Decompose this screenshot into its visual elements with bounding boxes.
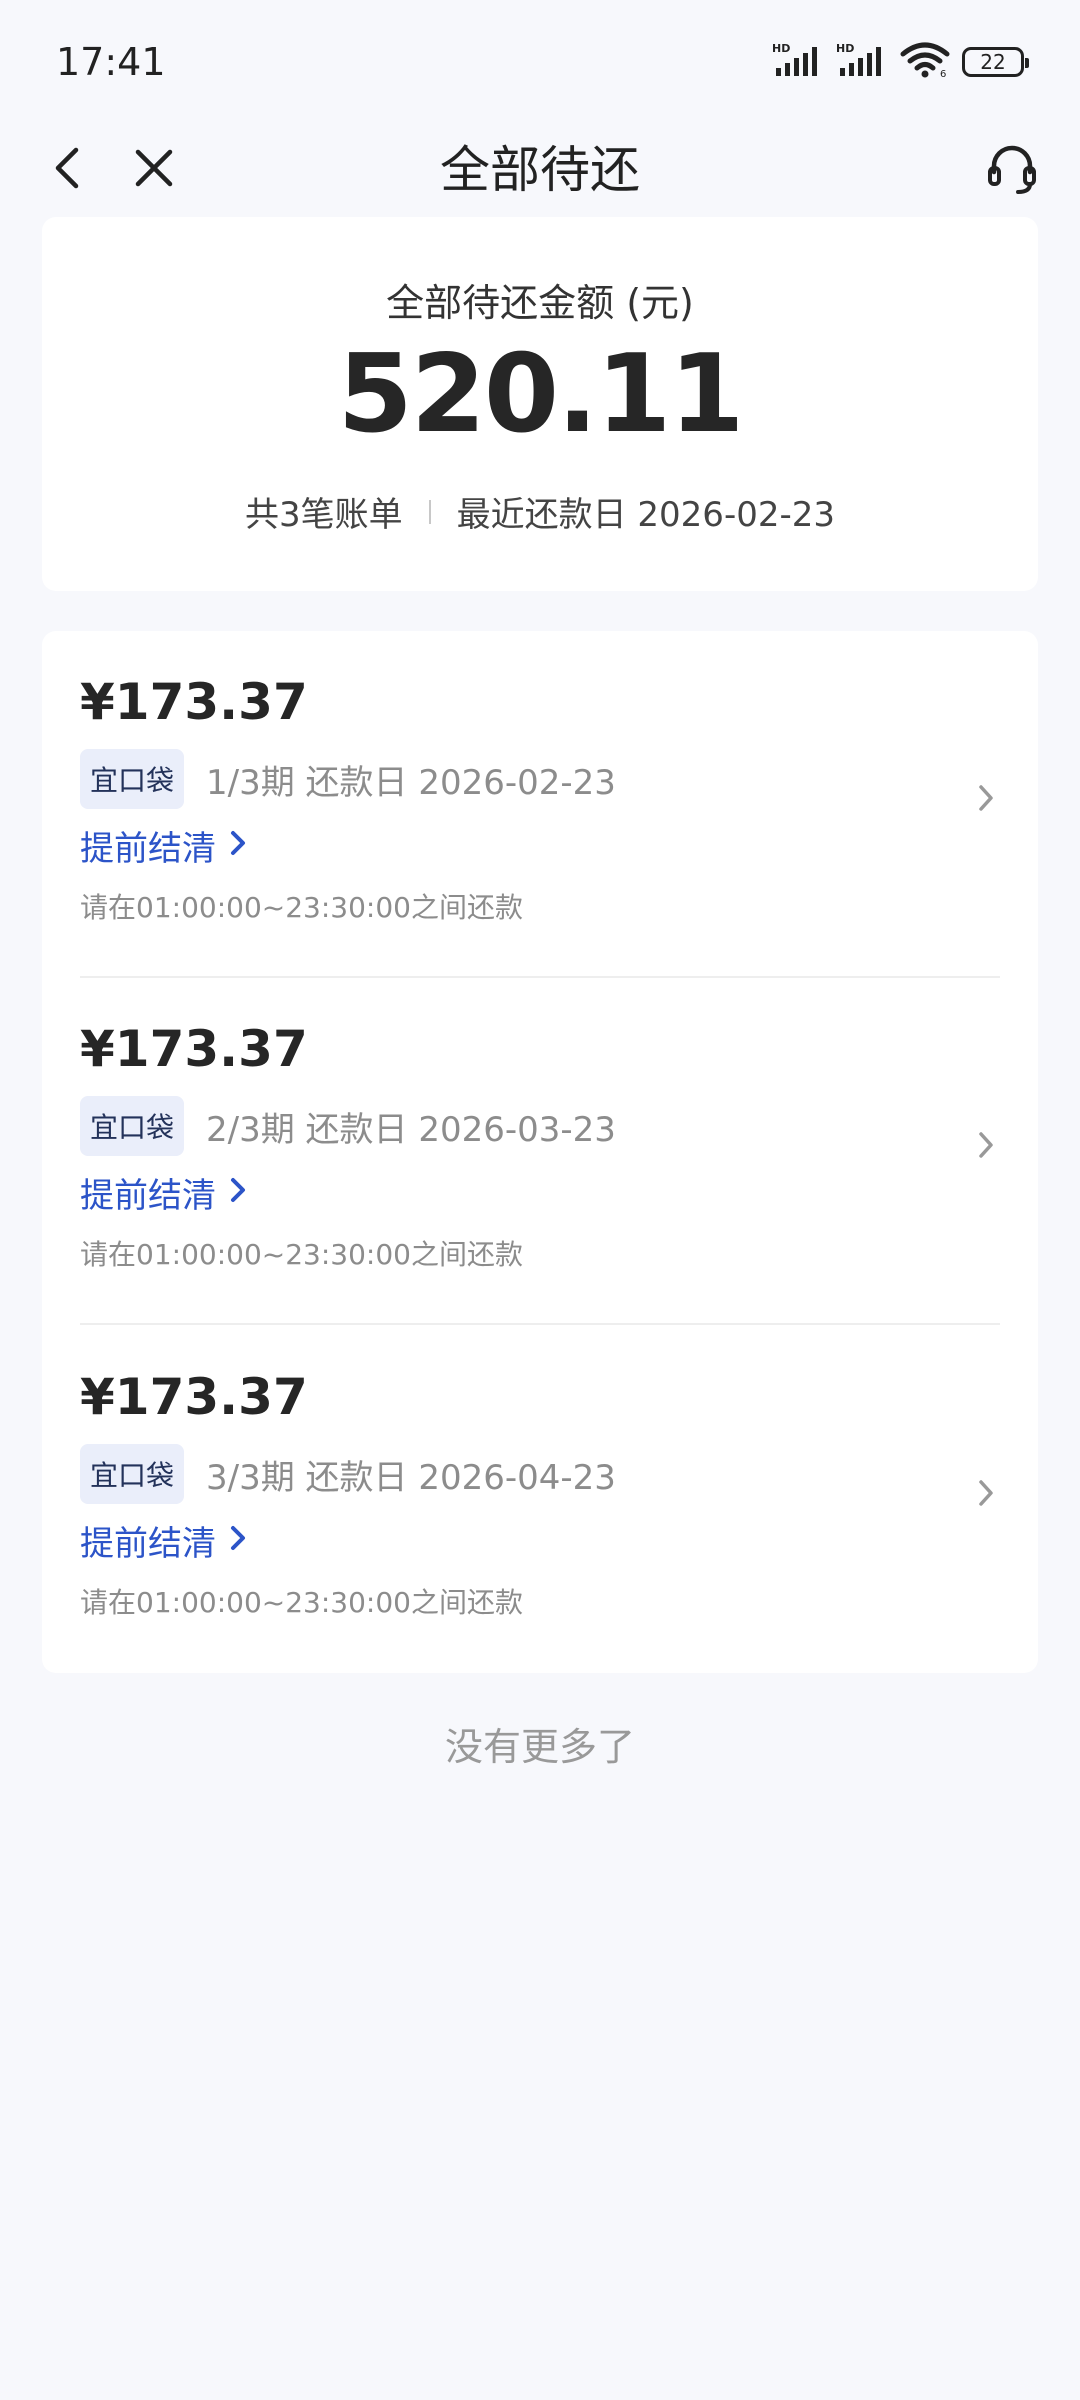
product-tag: 宜口袋 xyxy=(80,749,185,809)
bill-info-row: 宜口袋 3/3期 还款日 2026-04-23 xyxy=(80,1444,616,1504)
close-button[interactable] xyxy=(122,138,186,202)
early-settle-label: 提前结清 xyxy=(80,1176,216,1216)
bill-period: 3/3期 还款日 2026-04-23 xyxy=(206,1457,616,1498)
customer-service-button[interactable] xyxy=(980,138,1044,202)
early-settle-link[interactable]: 提前结清 xyxy=(80,1516,248,1565)
status-bar: 17:41 HD HD 6 22 xyxy=(0,0,1080,120)
headset-icon xyxy=(984,140,1040,200)
summary-meta: 共3笔账单 最近还款日 2026-02-23 xyxy=(42,487,1038,536)
svg-text:HD: HD xyxy=(836,42,854,55)
product-tag: 宜口袋 xyxy=(80,1096,185,1156)
status-time: 17:41 xyxy=(56,40,166,84)
summary-card: 全部待还金额 (元) 520.11 共3笔账单 最近还款日 2026-02-23 xyxy=(42,217,1038,591)
chevron-right-icon xyxy=(216,1173,248,1213)
early-settle-label: 提前结清 xyxy=(80,829,216,869)
chevron-right-icon xyxy=(976,1476,996,1514)
early-settle-link[interactable]: 提前结清 xyxy=(80,1168,248,1217)
summary-amount: 520.11 xyxy=(337,332,745,457)
bill-amount: ¥173.37 xyxy=(80,1020,308,1078)
wifi-icon: 6 xyxy=(900,42,950,82)
signal-icon: HD xyxy=(836,42,888,82)
nav-bar: 全部待还 xyxy=(0,120,1080,220)
battery-level: 22 xyxy=(980,50,1006,74)
bill-period: 2/3期 还款日 2026-03-23 xyxy=(206,1109,616,1150)
bills-list: ¥173.37 宜口袋 1/3期 还款日 2026-02-23 提前结清 请在0… xyxy=(42,631,1038,1673)
chevron-left-icon xyxy=(48,144,88,196)
repayment-time-note: 请在01:00:00~23:30:00之间还款 xyxy=(80,1238,523,1271)
divider xyxy=(428,499,431,524)
bill-amount: ¥173.37 xyxy=(80,673,308,731)
chevron-right-icon xyxy=(216,826,248,866)
bill-item[interactable]: ¥173.37 宜口袋 3/3期 还款日 2026-04-23 提前结清 请在0… xyxy=(42,1326,1038,1673)
bill-amount: ¥173.37 xyxy=(80,1368,308,1426)
close-icon xyxy=(132,146,176,194)
chevron-right-icon xyxy=(976,1128,996,1166)
next-due-date: 最近还款日 2026-02-23 xyxy=(456,495,836,535)
bill-item[interactable]: ¥173.37 宜口袋 1/3期 还款日 2026-02-23 提前结清 请在0… xyxy=(42,631,1038,978)
bill-info-row: 宜口袋 2/3期 还款日 2026-03-23 xyxy=(80,1096,616,1156)
chevron-right-icon xyxy=(976,781,996,819)
repayment-time-note: 请在01:00:00~23:30:00之间还款 xyxy=(80,1586,523,1619)
product-tag: 宜口袋 xyxy=(80,1444,185,1504)
chevron-right-icon xyxy=(216,1521,248,1561)
summary-label: 全部待还金额 (元) xyxy=(386,281,694,325)
early-settle-link[interactable]: 提前结清 xyxy=(80,821,248,870)
no-more-text: 没有更多了 xyxy=(444,1725,635,1769)
repayment-time-note: 请在01:00:00~23:30:00之间还款 xyxy=(80,891,523,924)
svg-text:HD: HD xyxy=(772,42,790,55)
svg-text:6: 6 xyxy=(940,69,946,78)
signal-icon: HD xyxy=(772,42,824,82)
bill-count: 共3笔账单 xyxy=(244,495,403,535)
divider xyxy=(80,1323,1000,1325)
bill-item[interactable]: ¥173.37 宜口袋 2/3期 还款日 2026-03-23 提前结清 请在0… xyxy=(42,978,1038,1325)
early-settle-label: 提前结清 xyxy=(80,1524,216,1564)
back-button[interactable] xyxy=(36,138,100,202)
status-icons: HD HD 6 22 xyxy=(772,42,1029,82)
bill-period: 1/3期 还款日 2026-02-23 xyxy=(206,762,616,803)
battery-icon: 22 xyxy=(962,47,1029,77)
bill-info-row: 宜口袋 1/3期 还款日 2026-02-23 xyxy=(80,749,616,809)
